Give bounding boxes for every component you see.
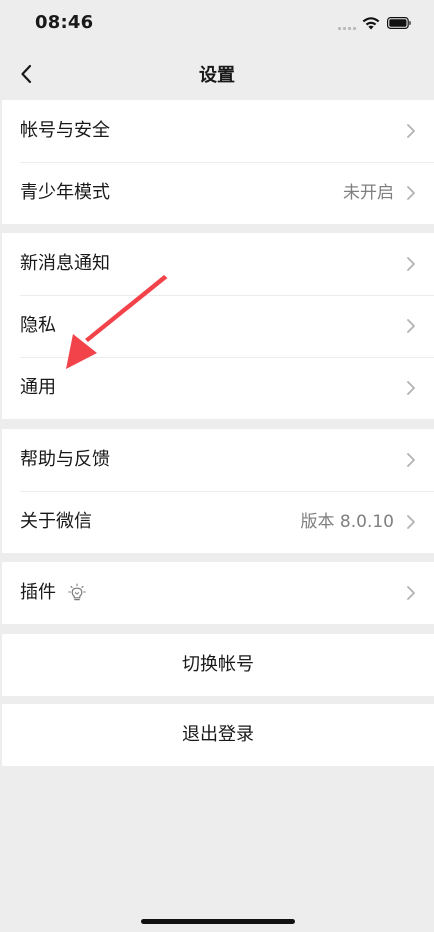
- logout-group: 退出登录: [2, 704, 434, 766]
- logout-label: 退出登录: [182, 724, 254, 745]
- chevron-right-icon: [407, 186, 415, 200]
- settings-item-notifications[interactable]: 新消息通知: [2, 233, 434, 295]
- signal-icon: [338, 24, 358, 30]
- nav-bar: 设置: [0, 48, 434, 100]
- chevron-right-icon: [407, 586, 415, 600]
- settings-item-help-feedback[interactable]: 帮助与反馈: [2, 429, 434, 491]
- settings-item-label: 隐私: [20, 315, 56, 336]
- page-title: 设置: [199, 65, 235, 86]
- chevron-right-icon: [407, 257, 415, 271]
- settings-item-label: 青少年模式: [20, 182, 110, 203]
- home-indicator: [141, 919, 295, 924]
- wifi-icon: [362, 17, 380, 30]
- settings-item-about-wechat[interactable]: 关于微信 版本 8.0.10: [2, 491, 434, 553]
- lightbulb-icon: [68, 583, 86, 601]
- settings-group-general: 新消息通知 隐私 通用: [2, 233, 434, 419]
- teen-mode-status: 未开启: [343, 183, 394, 203]
- settings-item-account-security[interactable]: 帐号与安全: [2, 100, 434, 162]
- chevron-right-icon: [407, 319, 415, 333]
- settings-item-plugins[interactable]: 插件: [2, 562, 434, 624]
- switch-account-label: 切换帐号: [182, 654, 254, 675]
- status-bar: 08:46: [0, 0, 434, 48]
- settings-group-plugins: 插件: [2, 562, 434, 624]
- settings-group-account: 帐号与安全 青少年模式 未开启: [2, 100, 434, 224]
- switch-account-group: 切换帐号: [2, 634, 434, 696]
- settings-item-label: 帐号与安全: [20, 120, 110, 141]
- chevron-right-icon: [407, 124, 415, 138]
- settings-item-label: 新消息通知: [20, 253, 110, 274]
- settings-item-general[interactable]: 通用: [2, 357, 434, 419]
- logout-button[interactable]: 退出登录: [2, 704, 434, 766]
- chevron-right-icon: [407, 381, 415, 395]
- settings-item-teen-mode[interactable]: 青少年模式 未开启: [2, 162, 434, 224]
- settings-item-privacy[interactable]: 隐私: [2, 295, 434, 357]
- settings-item-label: 插件: [20, 582, 56, 603]
- chevron-right-icon: [407, 453, 415, 467]
- battery-icon: [387, 17, 411, 29]
- settings-group-help: 帮助与反馈 关于微信 版本 8.0.10: [2, 429, 434, 553]
- settings-item-label: 通用: [20, 377, 56, 398]
- chevron-right-icon: [407, 515, 415, 529]
- settings-item-label: 帮助与反馈: [20, 449, 110, 470]
- settings-item-label: 关于微信: [20, 511, 92, 532]
- status-time: 08:46: [35, 12, 94, 33]
- version-text: 版本 8.0.10: [300, 512, 394, 532]
- switch-account-button[interactable]: 切换帐号: [2, 634, 434, 696]
